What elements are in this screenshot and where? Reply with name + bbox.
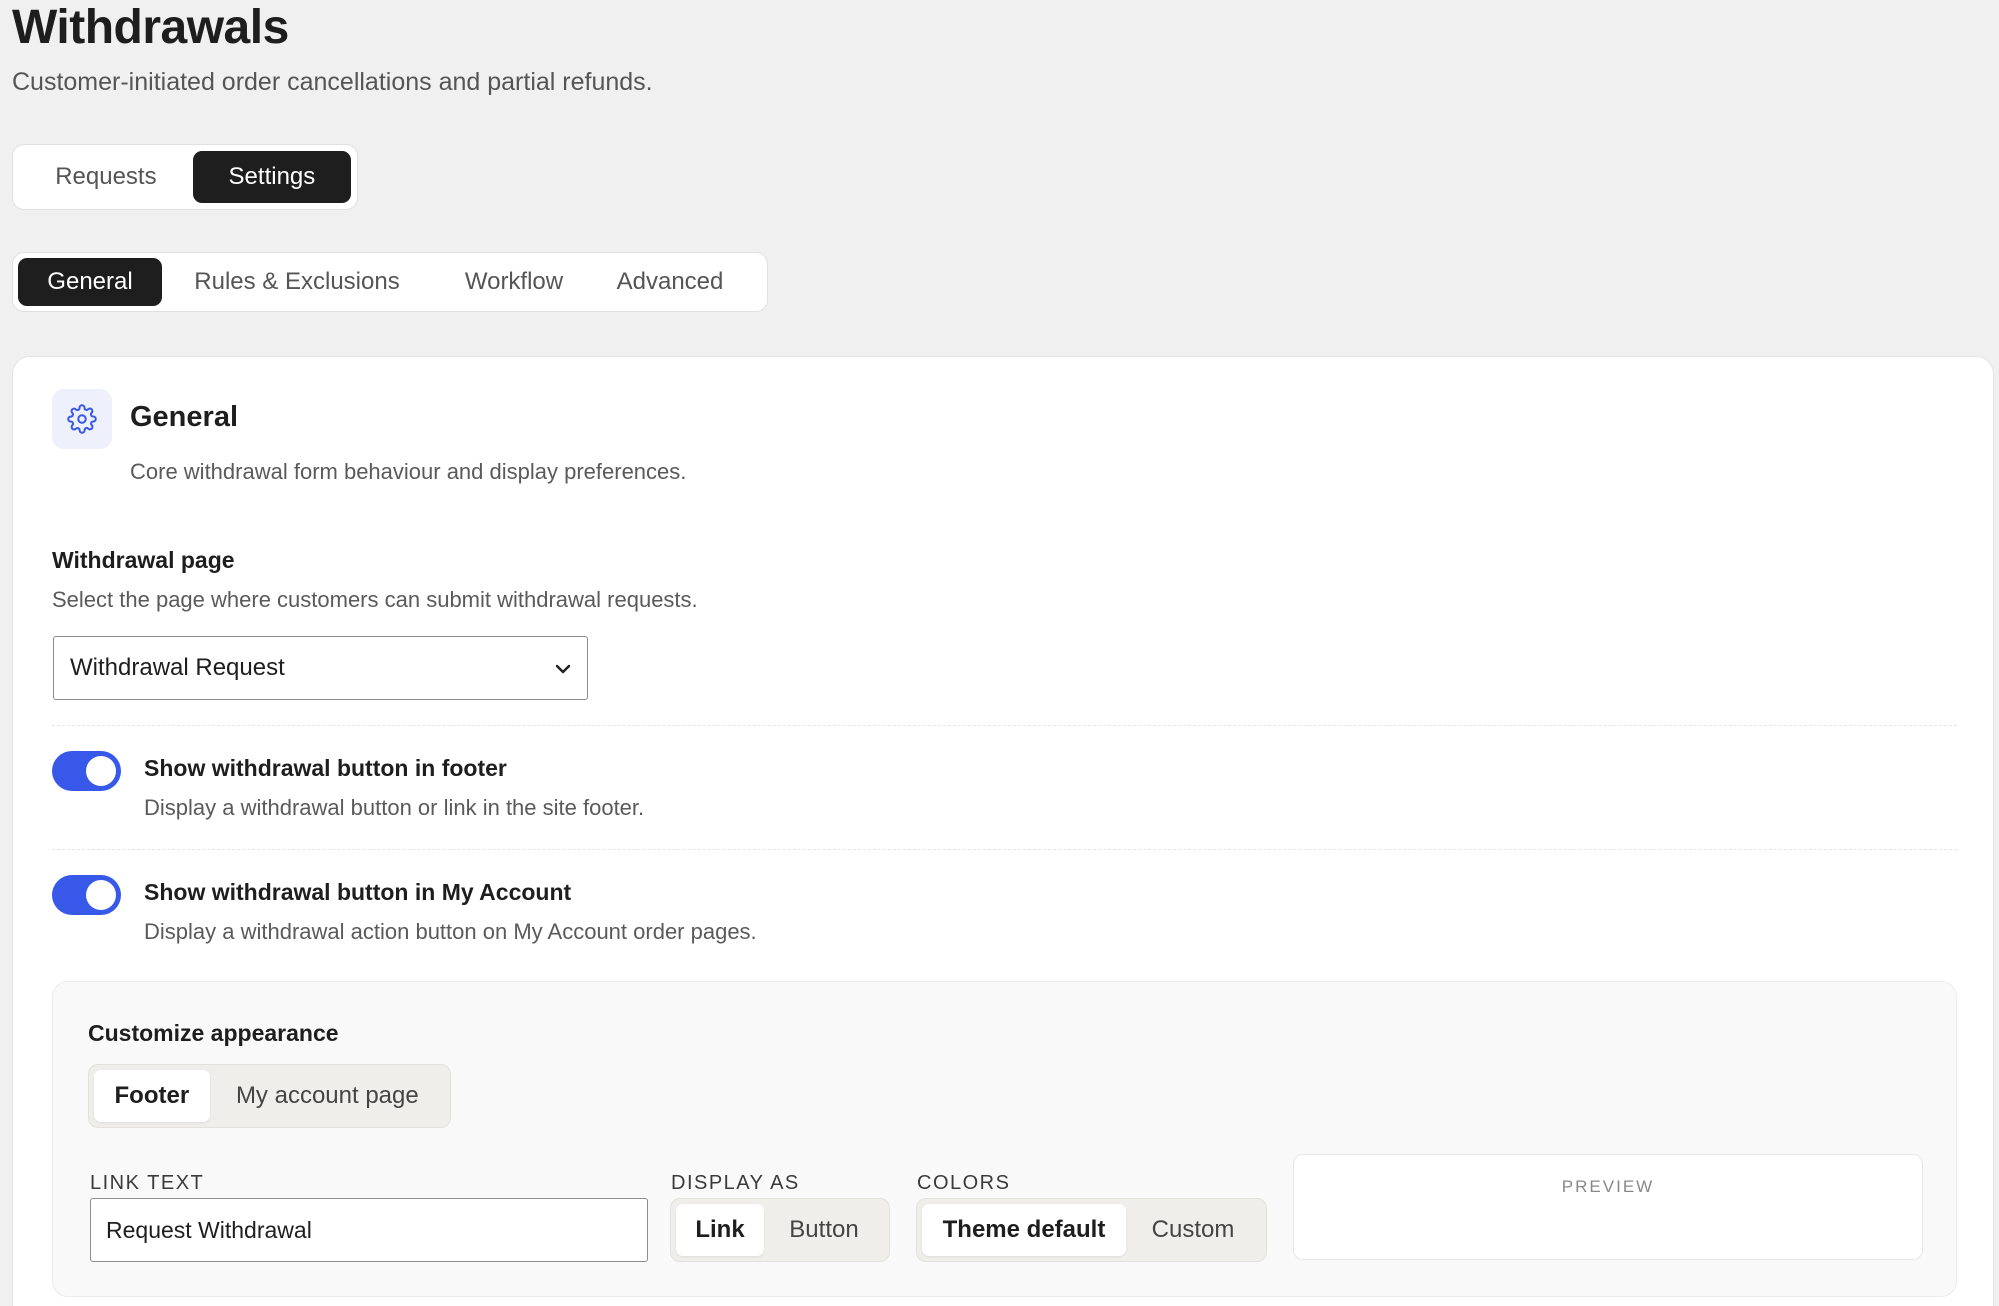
colors-custom-option[interactable]: Custom: [1126, 1204, 1260, 1256]
colors-theme-default-option[interactable]: Theme default: [922, 1204, 1126, 1256]
general-settings-card: General Core withdrawal form behaviour a…: [12, 356, 1994, 1306]
display-as-toggle: Link Button: [670, 1198, 890, 1262]
settings-sub-tabs: General Rules & Exclusions Workflow Adva…: [12, 252, 768, 312]
divider: [52, 849, 1957, 850]
my-account-button-toggle[interactable]: [52, 875, 121, 915]
tab-rules-exclusions[interactable]: Rules & Exclusions: [162, 258, 432, 306]
tab-settings[interactable]: Settings: [192, 151, 351, 203]
link-text-label: LINK TEXT: [90, 1172, 205, 1194]
section-description: Core withdrawal form behaviour and displ…: [130, 459, 687, 484]
display-as-button-option[interactable]: Button: [764, 1204, 884, 1256]
page-subtitle: Customer-initiated order cancellations a…: [12, 68, 653, 96]
colors-toggle: Theme default Custom: [916, 1198, 1267, 1262]
withdrawal-page-select[interactable]: Withdrawal Request: [53, 636, 588, 700]
section-title: General: [130, 401, 238, 433]
display-as-label: DISPLAY AS: [671, 1172, 800, 1194]
link-text-input[interactable]: [90, 1198, 648, 1262]
colors-label: COLORS: [917, 1172, 1011, 1194]
divider: [52, 725, 1957, 726]
my-account-toggle-label: Show withdrawal button in My Account: [144, 879, 572, 905]
chevron-down-icon: [555, 664, 571, 674]
gear-icon: [67, 404, 97, 434]
withdrawal-page-selected: Withdrawal Request: [70, 654, 285, 681]
footer-toggle-help: Display a withdrawal button or link in t…: [144, 795, 645, 820]
appearance-tabs: Footer My account page: [88, 1064, 451, 1128]
toggle-knob: [86, 880, 116, 910]
tab-workflow[interactable]: Workflow: [432, 258, 596, 306]
footer-toggle-label: Show withdrawal button in footer: [144, 755, 507, 781]
tab-requests[interactable]: Requests: [19, 151, 193, 203]
tab-advanced[interactable]: Advanced: [596, 258, 744, 306]
preview-label: PREVIEW: [1561, 1177, 1655, 1196]
top-tabs: Requests Settings: [12, 144, 358, 210]
customize-appearance-title: Customize appearance: [88, 1020, 339, 1046]
customize-appearance-panel: Customize appearance Footer My account p…: [52, 981, 1957, 1297]
preview-box: PREVIEW: [1293, 1154, 1923, 1260]
tab-my-account-page[interactable]: My account page: [210, 1070, 445, 1122]
footer-button-toggle[interactable]: [52, 751, 121, 791]
section-icon-box: [52, 389, 112, 449]
toggle-knob: [86, 756, 116, 786]
tab-general[interactable]: General: [18, 258, 162, 306]
withdrawal-page-label: Withdrawal page: [52, 547, 235, 573]
tab-footer[interactable]: Footer: [94, 1070, 210, 1122]
display-as-link-option[interactable]: Link: [676, 1204, 764, 1256]
page-title: Withdrawals: [12, 1, 289, 54]
my-account-toggle-help: Display a withdrawal action button on My…: [144, 919, 757, 944]
withdrawal-page-help: Select the page where customers can subm…: [52, 587, 698, 612]
